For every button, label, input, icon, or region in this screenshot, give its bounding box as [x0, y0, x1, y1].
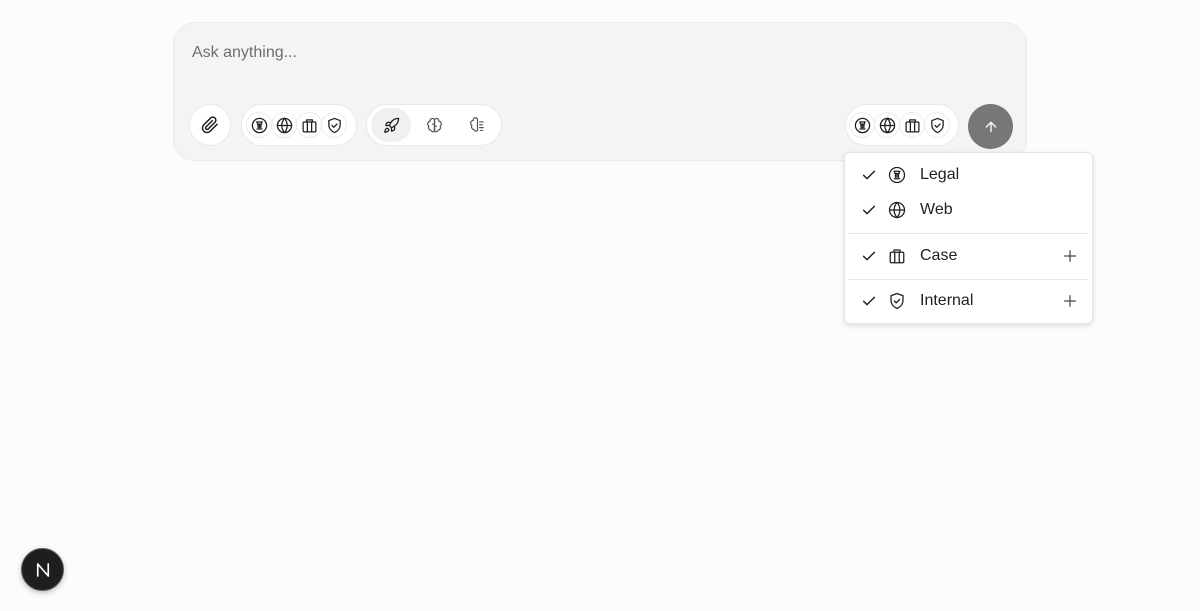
add-internal-icon[interactable] [1062, 293, 1078, 309]
menu-item-internal[interactable]: Internal [849, 284, 1088, 318]
menu-item-label: Legal [920, 166, 960, 183]
attach-button[interactable] [189, 104, 231, 146]
sources-menu: Legal Web Case Internal [844, 152, 1093, 324]
n-logo-icon [34, 561, 52, 579]
scales-icon [888, 166, 906, 184]
globe-icon [879, 116, 896, 134]
mode-fast-button[interactable] [371, 108, 411, 142]
source-internal-toggle[interactable] [321, 112, 347, 138]
prompt-input[interactable] [192, 42, 952, 64]
research-icon [469, 116, 486, 134]
source-selector-left[interactable] [241, 104, 357, 146]
menu-item-web[interactable]: Web [849, 193, 1088, 227]
arrow-up-icon [983, 119, 999, 135]
scales-icon [251, 117, 268, 134]
scales-icon [854, 117, 871, 134]
shield-icon [888, 292, 906, 310]
source-selector-right[interactable] [845, 104, 959, 146]
chat-composer [173, 22, 1027, 161]
send-button[interactable] [968, 104, 1013, 149]
source-web-toggle[interactable] [271, 112, 297, 138]
source-internal-toggle[interactable] [924, 112, 950, 138]
menu-item-label: Internal [920, 292, 974, 309]
menu-divider [849, 279, 1088, 280]
briefcase-icon [904, 117, 921, 134]
rocket-icon [383, 117, 400, 134]
framework-badge[interactable] [21, 548, 64, 591]
source-web-toggle[interactable] [874, 112, 900, 138]
globe-icon [276, 116, 293, 134]
source-case-toggle[interactable] [296, 112, 322, 138]
mode-deep-button[interactable] [457, 108, 497, 142]
source-legal-toggle[interactable] [849, 112, 875, 138]
source-case-toggle[interactable] [899, 112, 925, 138]
shield-icon [929, 117, 946, 134]
check-icon [861, 167, 877, 183]
paperclip-icon [201, 116, 219, 134]
menu-item-legal[interactable]: Legal [849, 158, 1088, 192]
menu-item-case[interactable]: Case [849, 239, 1088, 273]
menu-divider [849, 233, 1088, 234]
briefcase-icon [888, 247, 906, 265]
check-icon [861, 293, 877, 309]
mode-think-button[interactable] [414, 108, 454, 142]
menu-item-label: Case [920, 247, 958, 264]
globe-icon [888, 201, 906, 219]
check-icon [861, 248, 877, 264]
shield-icon [326, 117, 343, 134]
add-case-icon[interactable] [1062, 248, 1078, 264]
mode-selector[interactable] [366, 104, 502, 146]
briefcase-icon [301, 117, 318, 134]
menu-item-label: Web [920, 201, 953, 218]
brain-icon [426, 117, 443, 134]
check-icon [861, 202, 877, 218]
source-legal-toggle[interactable] [246, 112, 272, 138]
